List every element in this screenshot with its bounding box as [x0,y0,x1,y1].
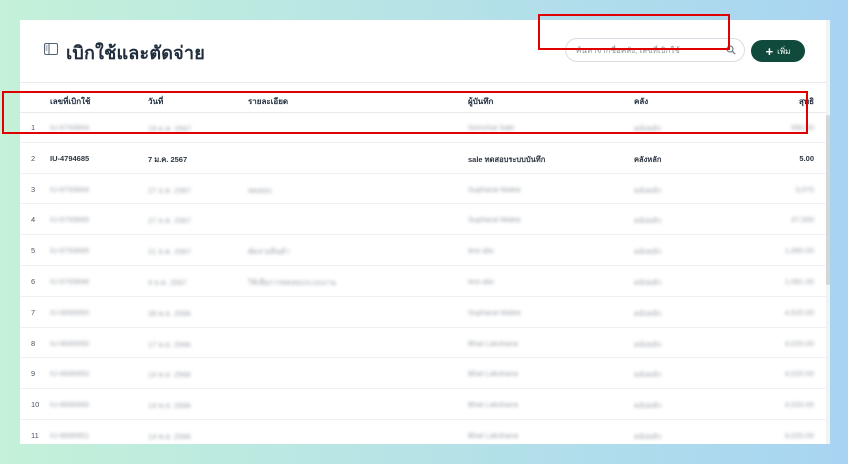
net-cell: 4,020.00 [784,430,814,440]
row-number: 8 [31,338,36,348]
warehouse-cell: คลังหลัก [634,185,662,195]
table-row[interactable]: 7 IU-6695950 28 พ.ย. 2566 Supharat Malee… [20,297,830,328]
recorder-cell: Supharat Malee [468,307,521,317]
table-row[interactable]: 5 IU-6793665 21 ธ.ค. 2567 ตัดจ่ายสินค้า … [20,235,830,266]
warehouse-cell: คลังหลัก [634,247,662,257]
warehouse-cell: คลังหลัก [634,370,662,380]
date-cell: 14 พ.ย. 2566 [148,370,191,380]
warehouse-cell: คลังหลัก [634,308,662,318]
recorder-cell: test abc [468,246,495,256]
doc-number-cell[interactable]: IU-6793665 [50,215,89,224]
date-cell: 27 ธ.ค. 2567 [148,216,191,226]
date-cell: 9 ธ.ค. 2567 [148,277,187,287]
table-row[interactable]: 2 IU-4794685 7 ม.ค. 2567 sale ทดสอบระบบบ… [20,143,830,174]
scrollbar-thumb[interactable] [826,115,830,285]
net-cell: 4,020.00 [784,400,814,410]
doc-number-cell[interactable]: IU-4794685 [50,154,89,163]
recorder-cell: Bhat Lakshana [468,430,519,440]
doc-number-cell[interactable]: IU-6695950 [50,400,89,409]
recorder-cell: Supharat Malee [468,215,521,225]
row-number: 7 [31,307,36,317]
date-cell: 14 พ.ย. 2566 [148,401,191,411]
table-row[interactable]: 4 IU-6793665 27 ธ.ค. 2567 Supharat Malee… [20,204,830,236]
row-number: 5 [31,246,36,256]
date-cell: 28 พ.ย. 2566 [148,308,191,318]
date-cell: 27 ธ.ค. 2567 [148,185,191,195]
table-row[interactable]: 9 IU-6695950 14 พ.ย. 2566 Bhat Lakshana … [20,358,830,390]
warehouse-cell: คลังหลัก [634,339,662,349]
recorder-cell: Bhat Lakshana [468,400,519,410]
add-button-label: เพิ่ม [777,46,791,56]
row-highlight-box [2,91,808,134]
page-title: เบิกใช้และตัดจ่าย [66,43,205,63]
main-card: เบิกใช้และตัดจ่าย + เพิ่ม เลขที่เบิกใช้ … [20,20,830,444]
table-body: 1 IU-6793664 19 ม.ค. 2567 Somchai Sale ค… [20,112,830,444]
detail-cell: ใช้เพื่อการทดสอบระบบงาน [248,277,336,287]
row-number: 2 [31,153,36,163]
table-row[interactable]: 6 IU-6793666 9 ธ.ค. 2567 ใช้เพื่อการทดสอ… [20,266,830,297]
recorder-cell: sale ทดสอบระบบบันทึก [468,154,546,164]
warehouse-cell: คลังหลัก [634,431,662,441]
table-row[interactable]: 11 IU-6695951 14 พ.ย. 2566 Bhat Lakshana… [20,420,830,444]
row-number: 11 [31,430,39,440]
date-cell: 14 พ.ย. 2566 [148,431,191,441]
warehouse-cell: คลังหลัก [634,277,662,287]
date-cell: 17 พ.ย. 2566 [148,339,191,349]
row-number: 6 [31,276,36,286]
date-cell: 21 ธ.ค. 2567 [148,247,191,257]
detail-cell: ทดสอบ [248,185,272,195]
net-cell: 4,020.00 [784,369,814,379]
row-number: 10 [31,400,40,410]
net-cell: 4,020.00 [784,338,814,348]
detail-cell: ตัดจ่ายสินค้า [248,247,290,257]
doc-number-cell[interactable]: IU-6793665 [50,246,89,255]
warehouse-cell: คลังหลัก [634,401,662,411]
doc-number-cell[interactable]: IU-6793666 [50,277,89,286]
add-button[interactable]: + เพิ่ม [751,40,805,62]
net-cell: 1,060.00 [784,246,814,256]
doc-number-cell[interactable]: IU-6695950 [50,308,89,317]
recorder-cell: test abc [468,276,495,286]
row-number: 9 [31,369,36,379]
net-cell: 1,081.00 [784,276,814,286]
net-cell: 3,070 [795,184,814,194]
sidebar-toggle-icon[interactable] [44,43,58,55]
doc-number-cell[interactable]: IU-6695951 [50,431,89,440]
table-row[interactable]: 8 IU-6695950 17 พ.ย. 2566 Bhat Lakshana … [20,328,830,359]
net-cell: 4,620.00 [784,307,814,317]
row-number: 3 [31,184,36,194]
search-highlight-box [538,14,730,50]
net-cell: 5.00 [799,153,814,163]
row-number: 4 [31,215,36,225]
net-cell: 37,000 [791,215,814,225]
warehouse-cell: คลังหลัก [634,216,662,226]
warehouse-cell: คลังหลัก [634,154,662,164]
doc-number-cell[interactable]: IU-6695950 [50,369,89,378]
recorder-cell: Supharat Malee [468,184,521,194]
table-row[interactable]: 10 IU-6695950 14 พ.ย. 2566 Bhat Lakshana… [20,389,830,420]
doc-number-cell[interactable]: IU-6793664 [50,185,89,194]
date-cell: 7 ม.ค. 2567 [148,154,188,164]
recorder-cell: Bhat Lakshana [468,338,519,348]
recorder-cell: Bhat Lakshana [468,369,519,379]
doc-number-cell[interactable]: IU-6695950 [50,339,89,348]
plus-icon: + [765,43,774,59]
table-row[interactable]: 3 IU-6793664 27 ธ.ค. 2567 ทดสอบ Supharat… [20,174,830,205]
